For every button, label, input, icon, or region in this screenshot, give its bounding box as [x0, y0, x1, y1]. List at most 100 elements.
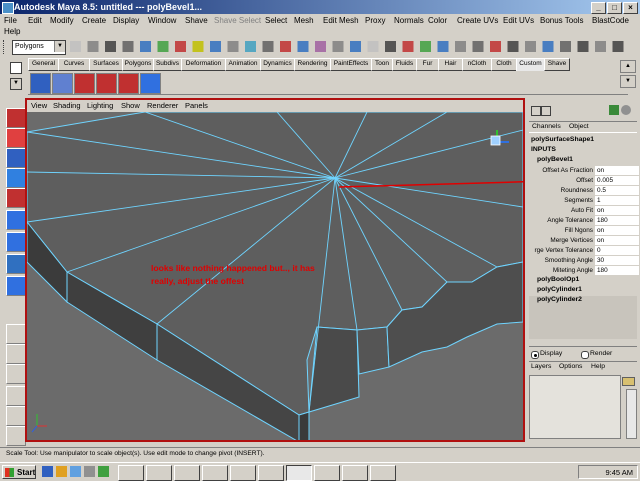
- status-tool-icon[interactable]: [175, 41, 186, 52]
- shelf-tool-icon[interactable]: [30, 73, 51, 94]
- shape-node-name[interactable]: polySurfaceShape1: [531, 136, 594, 143]
- attribute-value[interactable]: on: [595, 206, 639, 215]
- layer-menu-help[interactable]: Help: [591, 362, 605, 372]
- tab-hair[interactable]: Hair: [438, 58, 463, 71]
- attribute-row[interactable]: Roundness 0.5: [527, 186, 639, 196]
- tab-ncloth[interactable]: nCloth: [462, 58, 492, 71]
- tab-curves[interactable]: Curves: [58, 58, 90, 71]
- menu-mesh[interactable]: Mesh: [294, 15, 314, 26]
- tab-dynamics[interactable]: Dynamics: [260, 58, 295, 71]
- move-tool-icon[interactable]: [6, 168, 26, 188]
- attribute-row[interactable]: Smoothing Angle 30: [527, 256, 639, 266]
- shelf-options[interactable]: ▼: [8, 58, 24, 96]
- minimize-button[interactable]: _: [591, 2, 606, 14]
- paint-select-icon[interactable]: [6, 148, 26, 168]
- menu-proxy[interactable]: Proxy: [365, 15, 385, 26]
- viewport-menu-show[interactable]: Show: [121, 100, 140, 112]
- menu-color[interactable]: Color: [428, 15, 447, 26]
- viewport-scene[interactable]: looks like nothing happened but.., it ha…: [27, 112, 523, 440]
- input-node-name[interactable]: polyBevel1: [537, 156, 573, 163]
- quicklaunch-icon[interactable]: [42, 466, 53, 477]
- menu-edit-uvs[interactable]: Edit UVs: [503, 15, 534, 26]
- status-tool-icon[interactable]: [367, 41, 379, 52]
- shelf-tool-icon[interactable]: [52, 73, 73, 94]
- attribute-value[interactable]: 180: [595, 216, 639, 225]
- viewport-menu-panels[interactable]: Panels: [185, 100, 208, 112]
- status-tool-icon[interactable]: [612, 41, 624, 52]
- attribute-row[interactable]: rge Vertex Tolerance 0: [527, 246, 639, 256]
- menu-create-uvs[interactable]: Create UVs: [457, 15, 498, 26]
- taskbar-window-button[interactable]: [314, 465, 340, 481]
- attribute-row[interactable]: Merge Vertices on: [527, 236, 639, 246]
- status-tool-icon[interactable]: [560, 41, 571, 52]
- status-tool-icon[interactable]: [385, 41, 396, 52]
- render-radio[interactable]: [581, 351, 589, 359]
- attribute-row[interactable]: Angle Tolerance 180: [527, 216, 639, 226]
- layer-scrollbar[interactable]: [626, 389, 637, 439]
- tab-painteffects[interactable]: PaintEffects: [330, 58, 372, 71]
- status-tool-icon[interactable]: [245, 41, 256, 52]
- tab-fur[interactable]: Fur: [416, 58, 439, 71]
- viewport-panel[interactable]: View Shading Lighting Show Renderer Panels: [25, 98, 525, 442]
- tab-polygons[interactable]: Polygons: [122, 58, 154, 71]
- status-tool-icon[interactable]: [157, 41, 169, 52]
- status-tool-icon[interactable]: [577, 41, 589, 52]
- tab-rendering[interactable]: Rendering: [294, 58, 331, 71]
- object-menu[interactable]: Object: [569, 122, 589, 131]
- status-tool-icon[interactable]: [472, 41, 484, 52]
- channel-icon[interactable]: [531, 106, 541, 116]
- attribute-row[interactable]: Offset As Fraction on: [527, 166, 639, 176]
- attribute-row[interactable]: Segments 1: [527, 196, 639, 206]
- menu-select[interactable]: Select: [265, 15, 287, 26]
- taskbar-window-button[interactable]: [118, 465, 144, 481]
- taskbar-window-button[interactable]: [342, 465, 368, 481]
- status-tool-icon[interactable]: [420, 41, 431, 52]
- layout-outliner-icon[interactable]: [6, 386, 26, 406]
- layout-persp-icon[interactable]: [6, 364, 26, 384]
- viewport-menu-shading[interactable]: Shading: [53, 100, 81, 112]
- status-tool-icon[interactable]: [227, 41, 239, 52]
- status-tool-icon[interactable]: [542, 41, 554, 52]
- tab-cloth[interactable]: Cloth: [491, 58, 517, 71]
- status-line-icons[interactable]: [66, 38, 640, 56]
- quicklaunch-icon[interactable]: [70, 466, 81, 477]
- attribute-value[interactable]: 0.005: [595, 176, 639, 185]
- menu-display[interactable]: Display: [113, 15, 139, 26]
- attribute-value[interactable]: 0.5: [595, 186, 639, 195]
- shelf-tool-icon[interactable]: [118, 73, 139, 94]
- status-tool-icon[interactable]: [332, 41, 344, 52]
- status-tool-icon[interactable]: [192, 41, 204, 52]
- last-tool-icon[interactable]: [6, 254, 26, 274]
- attribute-value[interactable]: on: [595, 166, 639, 175]
- menu-window[interactable]: Window: [148, 15, 176, 26]
- input-node-name[interactable]: polyCylinder2: [537, 296, 582, 303]
- scroll-up-icon[interactable]: ▲: [620, 60, 636, 73]
- status-line-grip[interactable]: [3, 40, 10, 54]
- viewport-menu-lighting[interactable]: Lighting: [87, 100, 113, 112]
- layout-graph-icon[interactable]: [6, 406, 26, 426]
- tool-settings-icon[interactable]: [621, 105, 631, 115]
- lasso-tool-icon[interactable]: [6, 128, 26, 148]
- tab-animation[interactable]: Animation: [225, 58, 261, 71]
- attribute-row[interactable]: Miteting Angle 180: [527, 266, 639, 276]
- status-tool-icon[interactable]: [105, 41, 116, 52]
- status-tool-icon[interactable]: [595, 41, 606, 52]
- channels-menu[interactable]: Channels: [532, 122, 561, 131]
- rotate-tool-icon[interactable]: [6, 188, 26, 208]
- start-button[interactable]: Start: [2, 465, 36, 479]
- viewport-menu-renderer[interactable]: Renderer: [147, 100, 178, 112]
- taskbar-window-button[interactable]: [202, 465, 228, 481]
- taskbar-maya-button[interactable]: [286, 465, 312, 481]
- attribute-row[interactable]: Auto Fit on: [527, 206, 639, 216]
- menu-normals[interactable]: Normals: [394, 15, 424, 26]
- shelf-menu-icon[interactable]: [10, 62, 22, 74]
- menu-shave[interactable]: Shave: [185, 15, 208, 26]
- attribute-row[interactable]: Offset 0.005: [527, 176, 639, 186]
- quicklaunch-icon[interactable]: [56, 466, 67, 477]
- layer-icon[interactable]: [541, 106, 551, 116]
- taskbar-window-button[interactable]: [370, 465, 396, 481]
- scroll-down-icon[interactable]: ▼: [620, 75, 636, 88]
- attribute-value[interactable]: 30: [595, 256, 639, 265]
- menu-bonus-tools[interactable]: Bonus Tools: [540, 15, 583, 26]
- taskbar-window-button[interactable]: [258, 465, 284, 481]
